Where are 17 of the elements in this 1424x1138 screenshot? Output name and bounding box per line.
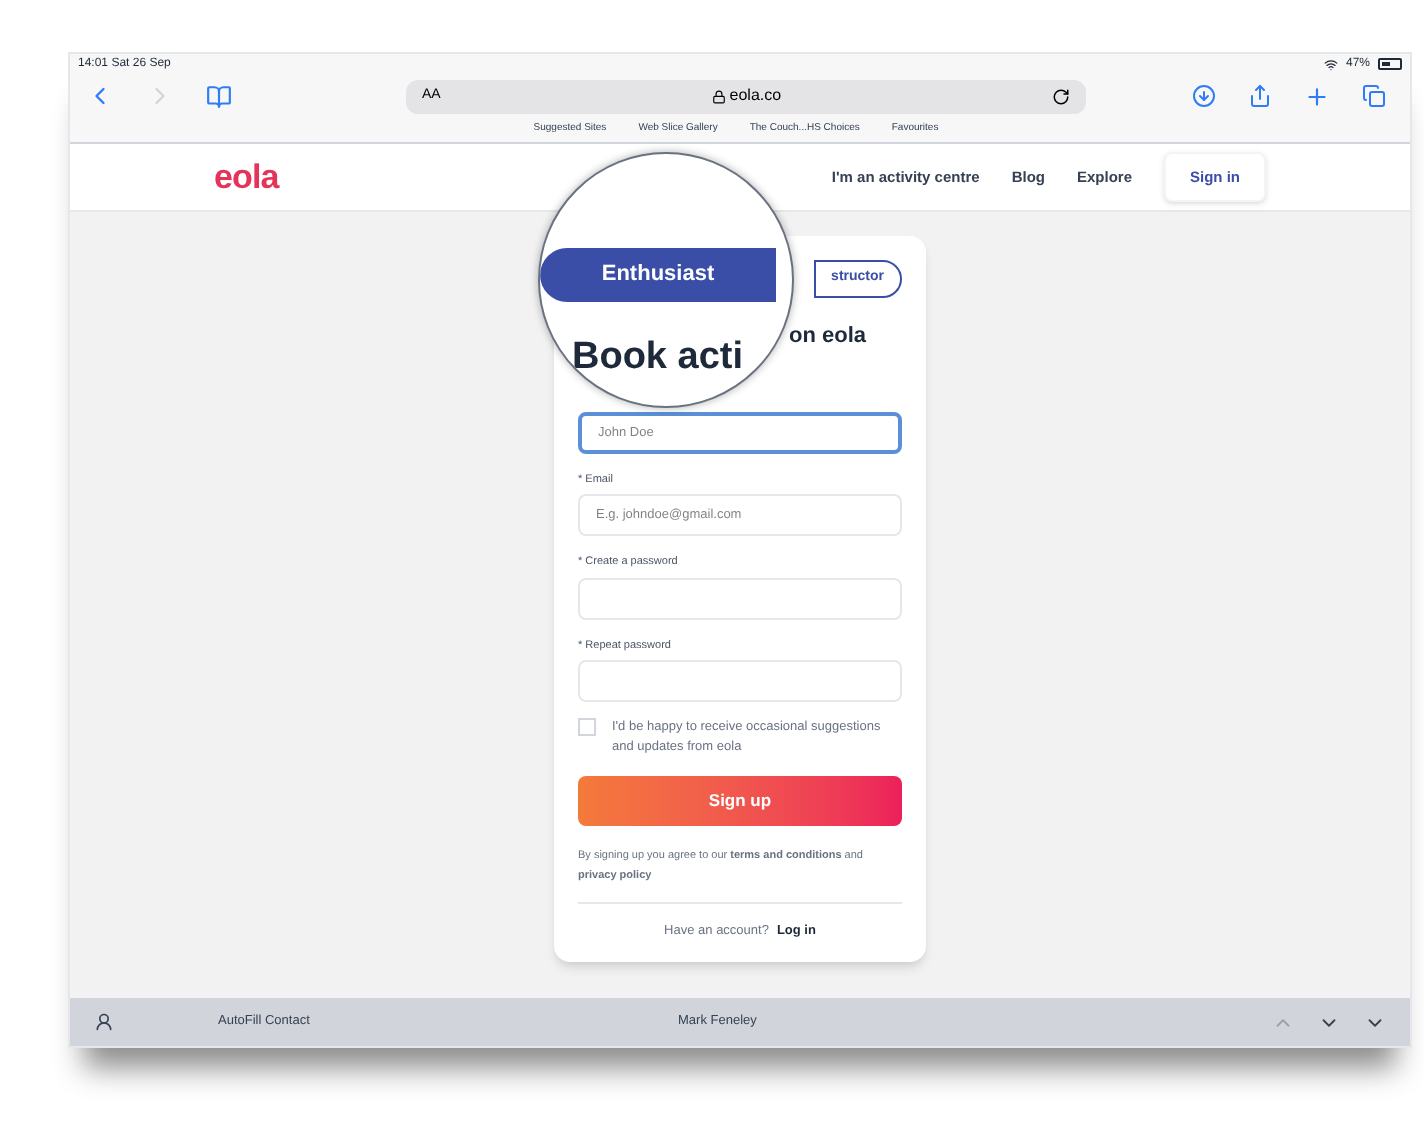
share-icon[interactable] bbox=[1248, 84, 1272, 108]
url-text: eola.co bbox=[711, 84, 782, 108]
role-tab[interactable]: Enthusiast bbox=[540, 248, 776, 302]
reload-icon[interactable] bbox=[1051, 87, 1070, 105]
eola-logo[interactable]: eola bbox=[214, 151, 279, 203]
contact-icon[interactable] bbox=[94, 1012, 114, 1032]
battery-icon bbox=[1378, 58, 1402, 70]
consent-checkbox[interactable] bbox=[578, 717, 596, 736]
download-icon[interactable] bbox=[1192, 84, 1216, 108]
bookmarks-icon[interactable] bbox=[206, 83, 232, 109]
new-tab-icon[interactable] bbox=[1304, 83, 1330, 109]
card-title: Book acti bbox=[572, 334, 744, 382]
wifi-icon bbox=[1323, 57, 1338, 71]
tabs-icon[interactable] bbox=[1362, 84, 1386, 108]
lock-icon bbox=[711, 89, 726, 103]
card-title: on eola bbox=[788, 322, 866, 352]
sign-up-button[interactable]: Sign up bbox=[578, 775, 902, 826]
